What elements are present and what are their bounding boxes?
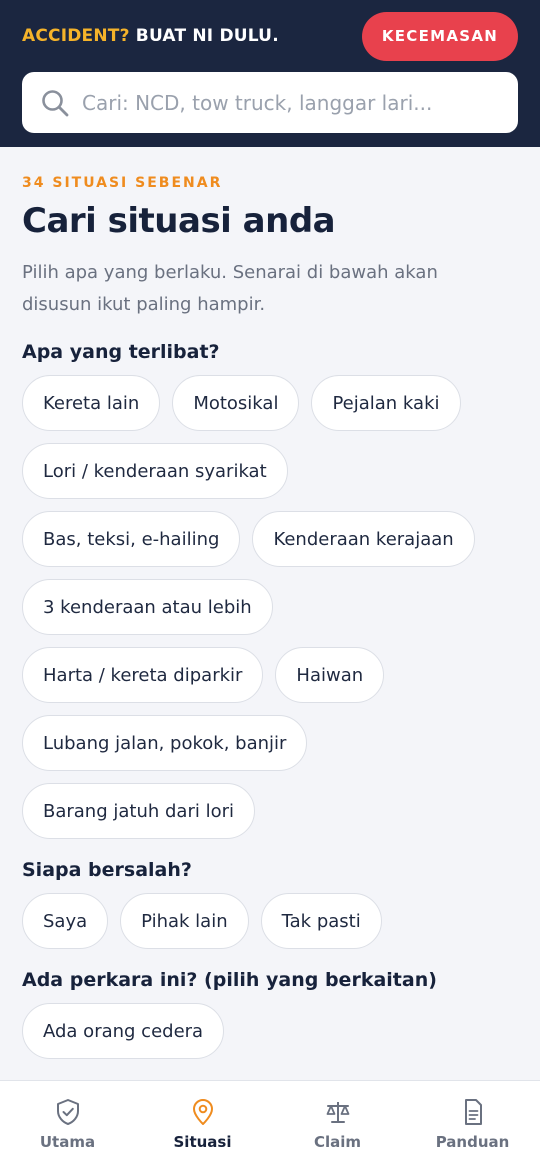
involved-group-title: Apa yang terlibat? [22, 341, 220, 363]
chip-pihak-lain[interactable]: Pihak lain [120, 893, 249, 949]
chip-bas-teksi-ehailing[interactable]: Bas, teksi, e-hailing [22, 511, 241, 567]
nav-item-utama[interactable]: Utama [0, 1081, 135, 1169]
chip-lubang-jalan[interactable]: Lubang jalan, pokok, banjir [22, 715, 308, 771]
map-pin-icon [192, 1099, 213, 1125]
chip-motosikal[interactable]: Motosikal [172, 375, 300, 431]
chip-lori-kenderaan-syarikat[interactable]: Lori / kenderaan syarikat [22, 443, 288, 499]
nav-item-situasi[interactable]: Situasi [135, 1081, 270, 1169]
chip-saya[interactable]: Saya [22, 893, 109, 949]
document-icon [464, 1099, 482, 1125]
chip-barang-jatuh[interactable]: Barang jatuh dari lori [22, 783, 255, 839]
nav-label-panduan: Panduan [435, 1133, 510, 1151]
chip-ada-orang-cedera[interactable]: Ada orang cedera [22, 1003, 225, 1059]
fault-chips: Saya Pihak lain Tak pasti [22, 893, 518, 949]
shield-check-icon [56, 1099, 79, 1125]
emergency-button[interactable]: KECEMASAN [362, 11, 518, 61]
intro-text: Pilih apa yang berlaku. Senarai di bawah… [22, 262, 438, 315]
bottom-nav: Utama Situasi Claim Panduan [0, 1080, 540, 1169]
involved-chips: Kereta lain Motosikal Pejalan kaki Lori … [22, 375, 518, 839]
nav-label-claim: Claim [313, 1133, 362, 1151]
fault-group-title: Siapa bersalah? [22, 859, 192, 881]
nav-item-claim[interactable]: Claim [270, 1081, 405, 1169]
header-title: ACCIDENT? BUAT NI DULU. [22, 26, 279, 46]
chip-pejalan-kaki[interactable]: Pejalan kaki [311, 375, 461, 431]
app-header: ACCIDENT? BUAT NI DULU. KECEMASAN [0, 0, 540, 147]
chip-3-kenderaan[interactable]: 3 kenderaan atau lebih [22, 579, 273, 635]
search-bar[interactable] [22, 72, 518, 133]
header-title-accent: ACCIDENT? [22, 26, 130, 46]
issues-group-title: Ada perkara ini? (pilih yang berkaitan) [22, 969, 437, 991]
header-title-rest: BUAT NI DULU. [135, 26, 279, 46]
main-content: 34 SITUASI SEBENAR Cari situasi anda Pil… [0, 147, 540, 1059]
chip-kenderaan-kerajaan[interactable]: Kenderaan kerajaan [252, 511, 475, 567]
nav-label-situasi: Situasi [173, 1133, 232, 1151]
nav-item-panduan[interactable]: Panduan [405, 1081, 540, 1169]
scale-icon [326, 1102, 349, 1123]
chip-harta-kereta-diparkir[interactable]: Harta / kereta diparkir [22, 647, 264, 703]
issues-chips: Ada orang cedera [22, 1003, 518, 1059]
situation-count: 34 SITUASI SEBENAR [22, 175, 223, 191]
chip-kereta-lain[interactable]: Kereta lain [22, 375, 161, 431]
search-input[interactable] [82, 90, 462, 115]
nav-label-utama: Utama [39, 1133, 96, 1151]
header-row: ACCIDENT? BUAT NI DULU. KECEMASAN [22, 11, 518, 61]
page-title: Cari situasi anda [22, 201, 336, 241]
search-icon [42, 89, 69, 116]
chip-tak-pasti[interactable]: Tak pasti [260, 893, 382, 949]
chip-haiwan[interactable]: Haiwan [275, 647, 385, 703]
